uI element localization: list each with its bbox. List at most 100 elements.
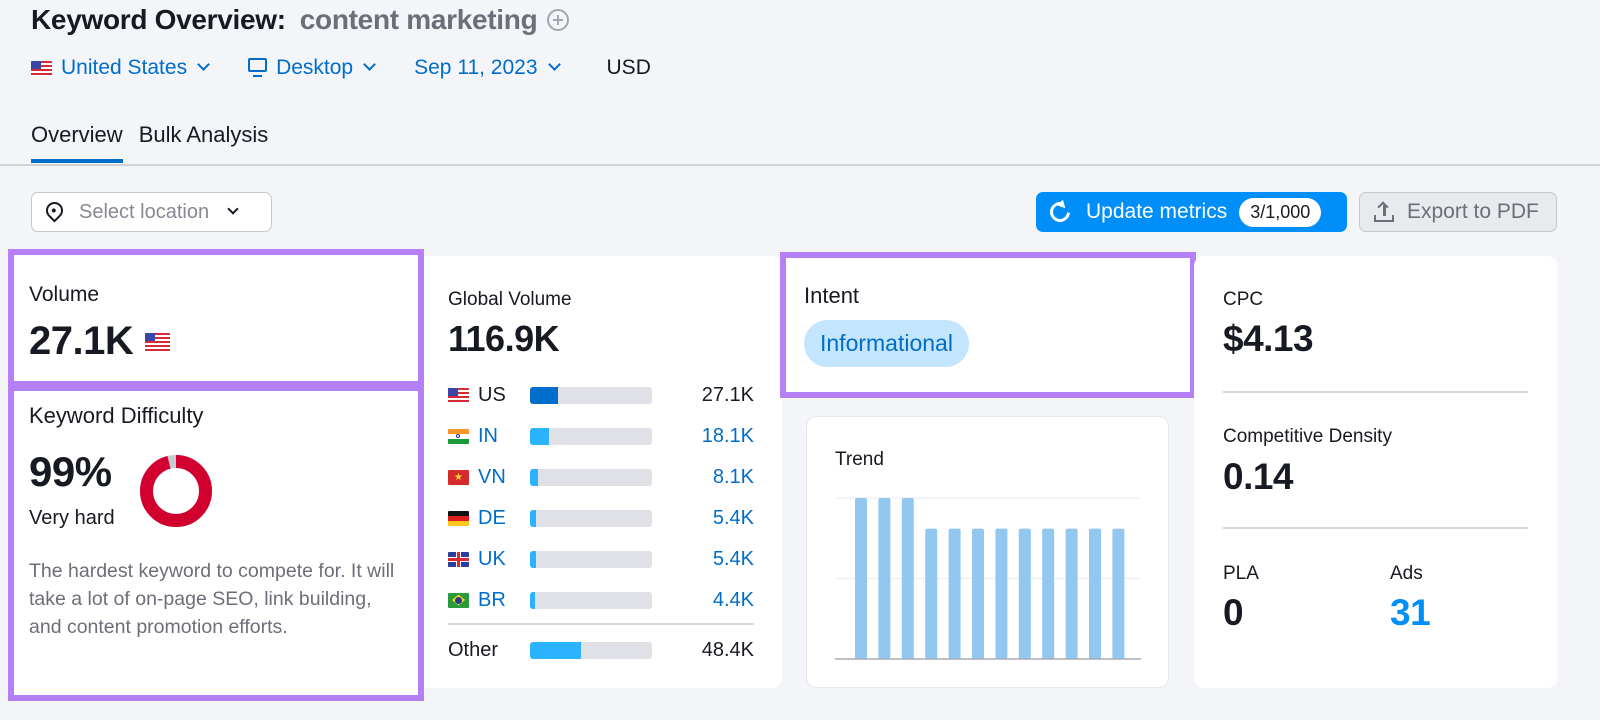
volume-value: 27.1K [29, 319, 134, 363]
us-flag-icon [31, 60, 52, 76]
location-select[interactable]: Select location [31, 192, 272, 232]
device-label: Desktop [276, 56, 354, 79]
share-bar-fill [530, 591, 535, 609]
update-metrics-button[interactable]: Update metrics 3/1,000 [1036, 192, 1347, 232]
share-bar-fill [530, 386, 559, 404]
trend-bar[interactable] [878, 498, 891, 659]
kd-value: 99% [29, 448, 112, 495]
trend-bar[interactable] [1065, 528, 1078, 659]
trend-bar[interactable] [972, 528, 984, 659]
chevron-down-icon [197, 57, 210, 71]
export-pdf-label: Export to PDF [1407, 200, 1539, 223]
tab-bar: Overview Bulk Analysis [31, 122, 284, 163]
trend-card: Trend [806, 416, 1169, 688]
date-dropdown[interactable]: Sep 11, 2023 [414, 56, 561, 80]
pla-label: PLA [1223, 563, 1259, 584]
country-code[interactable]: BR [478, 589, 530, 612]
trend-bar[interactable] [995, 528, 1008, 659]
intent-label: Intent [804, 283, 860, 308]
page-title: Keyword Overview: content marketing [31, 4, 570, 36]
tab-divider [0, 164, 1600, 166]
share-bar-fill [530, 468, 539, 486]
country-volume[interactable]: 4.4K [713, 589, 754, 612]
kd-description: The hardest keyword to compete for. It w… [29, 560, 395, 638]
country-row-uk: UK 5.4K [448, 547, 754, 571]
global-volume-card: Global Volume 116.9K US 27.1K IN 18.1K ★ VN 8.… [424, 256, 782, 688]
volume-widget: Volume 27.1K [8, 249, 424, 387]
export-pdf-button[interactable]: Export to PDF [1359, 192, 1557, 232]
keyword-text: content marketing [299, 4, 538, 35]
share-bar-track [530, 386, 652, 404]
other-value: 48.4K [701, 638, 754, 661]
share-bar-fill [530, 509, 536, 527]
page-title-label: Keyword Overview: [31, 4, 286, 35]
br-flag-icon [448, 592, 469, 608]
country-code[interactable]: DE [478, 507, 530, 530]
metrics-divider [1223, 391, 1528, 393]
filter-bar: United States Desktop Sep 11, 2023 USD [31, 56, 651, 80]
update-metrics-label: Update metrics [1086, 200, 1228, 223]
trend-bar[interactable] [1089, 528, 1101, 659]
us-flag-icon [145, 332, 171, 351]
share-bar-track [530, 641, 652, 659]
kd-label: Keyword Difficulty [29, 403, 204, 428]
tab-bulk-analysis[interactable]: Bulk Analysis [139, 122, 269, 160]
volume-label: Volume [29, 283, 100, 306]
share-bar-fill [530, 427, 549, 445]
plus-circle-icon[interactable] [547, 9, 570, 31]
in-flag-icon [448, 428, 469, 444]
country-volume: 27.1K [701, 383, 754, 406]
country-code[interactable]: IN [478, 425, 530, 448]
device-dropdown[interactable]: Desktop [248, 56, 376, 80]
country-code[interactable]: UK [478, 548, 530, 571]
de-flag-icon [448, 510, 469, 526]
country-code[interactable]: VN [478, 466, 530, 489]
country-dropdown[interactable]: United States [31, 56, 210, 80]
metrics-card: CPC $4.13 Competitive Density 0.14 PLA 0… [1194, 256, 1557, 688]
refresh-icon [1045, 197, 1075, 227]
country-row-de: DE 5.4K [448, 506, 754, 530]
intent-widget: Intent Informational [780, 252, 1196, 398]
kd-level: Very hard [29, 507, 115, 529]
uk-flag-icon [448, 551, 469, 567]
ads-value-link[interactable]: 31 [1390, 592, 1431, 634]
country-volume[interactable]: 8.1K [713, 466, 754, 489]
trend-bar[interactable] [901, 498, 914, 659]
competitive-density-label: Competitive Density [1223, 426, 1392, 447]
share-bar-fill [530, 550, 536, 568]
kd-donut-fill [140, 455, 212, 527]
share-bar-track [530, 509, 652, 527]
trend-label: Trend [835, 449, 884, 470]
trend-bar[interactable] [1112, 528, 1125, 659]
country-volume[interactable]: 5.4K [713, 548, 754, 571]
trend-bar[interactable] [948, 528, 961, 659]
chevron-down-icon [363, 57, 376, 71]
pla-value: 0 [1223, 592, 1244, 633]
trend-bar[interactable] [925, 528, 938, 659]
share-bar-track [530, 468, 652, 486]
cpc-value: $4.13 [1223, 318, 1314, 359]
vn-flag-icon: ★ [448, 469, 469, 485]
global-volume-value: 116.9K [448, 318, 560, 359]
share-bar-fill [530, 641, 581, 659]
country-row-us: US 27.1K [448, 383, 754, 407]
trend-bar[interactable] [1042, 528, 1055, 659]
country-volume[interactable]: 18.1K [702, 425, 754, 448]
cpc-label: CPC [1223, 289, 1264, 310]
trend-chart [835, 497, 1141, 660]
trend-bar[interactable] [1018, 528, 1031, 659]
upload-icon [1374, 201, 1394, 222]
other-label: Other [448, 638, 499, 661]
update-limit-badge: 3/1,000 [1239, 197, 1322, 227]
share-bar-track [530, 550, 652, 568]
location-pin-icon [42, 197, 67, 223]
tab-overview[interactable]: Overview [31, 122, 123, 163]
competitive-density-value: 0.14 [1223, 456, 1294, 497]
country-volume[interactable]: 5.4K [713, 507, 754, 530]
kd-donut-chart [140, 455, 212, 527]
share-bar-track [530, 427, 652, 445]
location-placeholder: Select location [79, 200, 210, 223]
trend-bar[interactable] [855, 498, 867, 659]
country-row-br: BR 4.4K [448, 588, 754, 612]
desktop-icon [248, 58, 268, 77]
